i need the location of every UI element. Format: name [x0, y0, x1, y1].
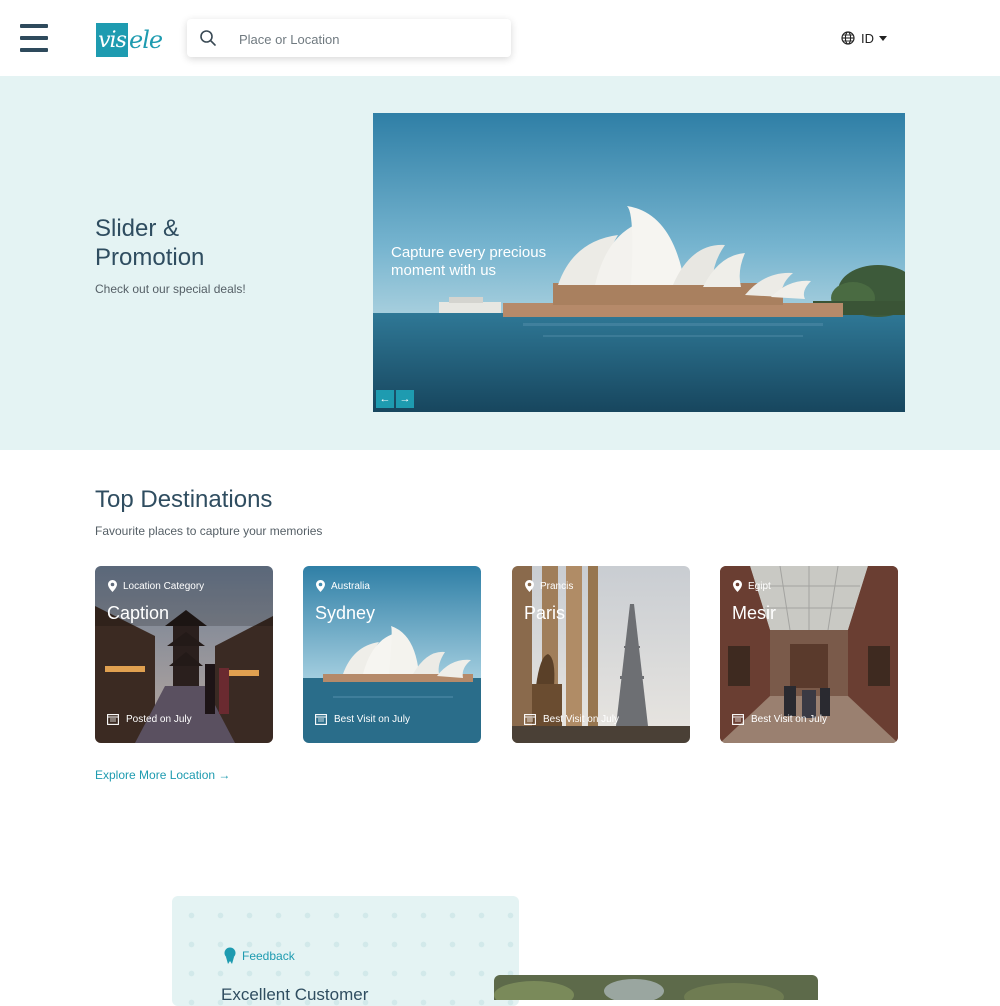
location-pin-icon [316, 580, 325, 592]
location-pin-icon [733, 580, 742, 592]
feedback-label: Feedback [223, 947, 295, 965]
slide-next-button[interactable]: → [396, 390, 414, 408]
calendar-icon [107, 714, 119, 725]
destination-card[interactable]: Egipt Mesir Best Visit on July [720, 566, 898, 743]
slide-caption: Capture every precious moment with us [391, 244, 547, 279]
destination-card[interactable]: Location Category Caption Posted on July [95, 566, 273, 743]
card-footer: Best Visit on July [524, 714, 619, 725]
card-footer: Best Visit on July [732, 714, 827, 725]
feedback-title: Excellent Customer [221, 985, 369, 1004]
card-category: Egipt [733, 580, 771, 592]
destination-card[interactable]: Prancis Paris Best Visit on July [512, 566, 690, 743]
top-navbar: vis ele ID [0, 0, 1000, 76]
search-bar [187, 19, 511, 57]
card-footer-label: Best Visit on July [543, 714, 619, 725]
card-category-label: Prancis [540, 580, 574, 592]
language-code: ID [861, 30, 874, 46]
globe-icon [841, 31, 855, 45]
card-category-label: Egipt [748, 580, 771, 592]
calendar-icon [315, 714, 327, 725]
card-footer: Best Visit on July [315, 714, 410, 725]
logo-text: ele [129, 26, 163, 54]
award-badge-icon [224, 947, 236, 964]
caret-down-icon [879, 35, 887, 41]
location-pin-icon [525, 580, 534, 592]
menu-icon[interactable] [20, 24, 48, 52]
card-title: Caption [107, 603, 170, 623]
logo-mark: vis [96, 23, 128, 57]
feedback-label-text: Feedback [242, 949, 295, 963]
feedback-image [494, 975, 818, 1000]
card-category: Australia [316, 580, 370, 592]
hero-section: Slider & Promotion Check out our special… [0, 76, 1000, 450]
search-input[interactable] [237, 26, 501, 52]
promo-slider[interactable]: Capture every precious moment with us ← … [373, 113, 905, 412]
section-subtitle: Favourite places to capture your memorie… [95, 524, 323, 538]
explore-more-link[interactable]: Explore More Location → [95, 768, 230, 782]
search-icon [200, 30, 216, 46]
card-title: Sydney [315, 603, 376, 623]
card-category-label: Australia [331, 580, 370, 592]
card-title: Paris [524, 603, 566, 623]
slide-prev-button[interactable]: ← [376, 390, 394, 408]
brand-logo[interactable]: vis ele [96, 22, 166, 58]
language-selector[interactable]: ID [841, 29, 887, 47]
card-category-label: Location Category [123, 580, 205, 592]
card-footer: Posted on July [107, 714, 192, 725]
card-footer-label: Best Visit on July [751, 714, 827, 725]
card-footer-label: Best Visit on July [334, 714, 410, 725]
card-category: Prancis [525, 580, 573, 592]
card-category: Location Category [108, 580, 204, 592]
hero-title: Slider & Promotion [95, 215, 205, 271]
calendar-icon [732, 714, 744, 725]
location-pin-icon [108, 580, 117, 592]
destination-card[interactable]: Australia Sydney Best Visit on July [303, 566, 481, 743]
card-title: Mesir [732, 603, 776, 623]
hero-subtitle: Check out our special deals! [95, 282, 246, 296]
card-footer-label: Posted on July [126, 714, 192, 725]
calendar-icon [524, 714, 536, 725]
section-title: Top Destinations [95, 486, 273, 513]
